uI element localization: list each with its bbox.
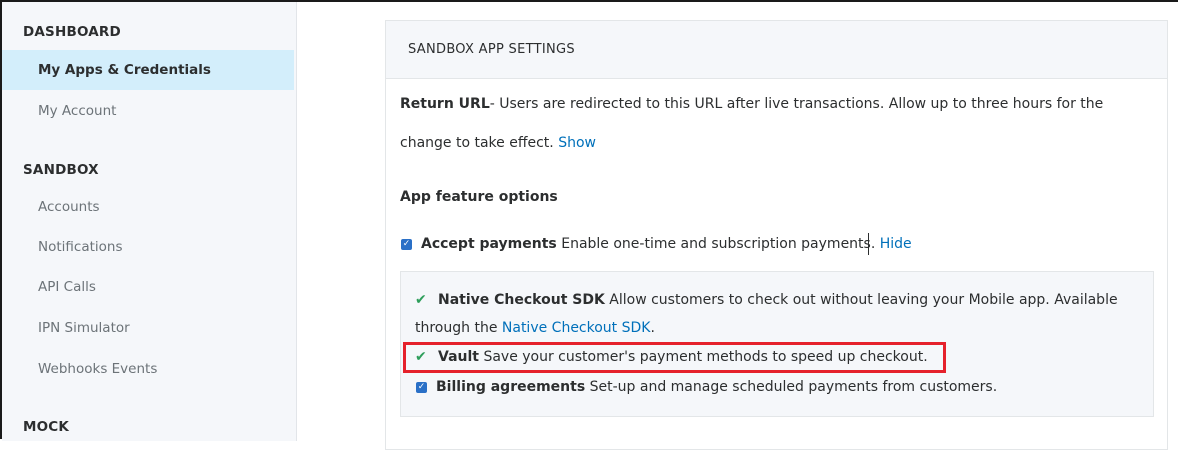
return-url-label: Return URL — [400, 96, 490, 112]
nav-heading-dashboard: DASHBOARD — [23, 24, 121, 40]
billing-agreements-checkbox[interactable]: ✓ — [416, 382, 427, 393]
sidebar-nav: DASHBOARD My Apps & Credentials My Accou… — [2, 2, 297, 441]
sidebar-item-ipn-simulator[interactable]: IPN Simulator — [2, 308, 294, 348]
return-url-text-1: - Users are redirected to this URL after… — [489, 96, 1104, 112]
sidebar-item-accounts[interactable]: Accounts — [2, 187, 294, 227]
return-url-line1: Return URL- Users are redirected to this… — [400, 96, 1103, 112]
sidebar-item-api-calls[interactable]: API Calls — [2, 267, 294, 307]
native-checkout-label: Native Checkout SDK — [438, 292, 605, 308]
nav-heading-mock: MOCK — [23, 419, 70, 435]
hide-link[interactable]: Hide — [880, 236, 912, 252]
panel-title: SANDBOX APP SETTINGS — [386, 21, 1167, 79]
native-checkout-suffix: . — [650, 320, 655, 336]
native-checkout-line1: Native Checkout SDK Allow customers to c… — [438, 292, 1118, 308]
return-url-text-2: change to take effect. — [400, 135, 554, 151]
native-checkout-sdk-link[interactable]: Native Checkout SDK — [502, 320, 651, 336]
native-checkout-desc: Allow customers to check out without lea… — [609, 292, 1118, 308]
sidebar-item-my-account[interactable]: My Account — [2, 91, 294, 131]
sidebar-item-webhooks-events[interactable]: Webhooks Events — [2, 349, 294, 389]
show-link[interactable]: Show — [558, 135, 596, 151]
accept-payments-desc: Enable one-time and subscription payment… — [561, 236, 876, 252]
billing-row: Billing agreements Set-up and manage sch… — [436, 379, 997, 395]
return-url-line2: change to take effect. Show — [400, 135, 596, 151]
text-cursor — [868, 233, 869, 255]
billing-desc: Set-up and manage scheduled payments fro… — [589, 379, 998, 395]
billing-label: Billing agreements — [436, 379, 586, 395]
features-heading: App feature options — [400, 189, 558, 205]
sidebar-item-my-apps[interactable]: My Apps & Credentials — [2, 50, 294, 90]
accept-payments-label: Accept payments — [421, 236, 557, 252]
sidebar-item-notifications[interactable]: Notifications — [2, 227, 294, 267]
native-checkout-prefix: through the — [415, 320, 498, 336]
vault-highlight-box — [403, 342, 946, 373]
native-checkout-line2: through the Native Checkout SDK. — [415, 320, 655, 336]
accept-payments-checkbox[interactable]: ✓ — [401, 239, 412, 250]
nav-heading-sandbox: SANDBOX — [23, 162, 99, 178]
accept-payments-row: Accept payments Enable one-time and subs… — [421, 236, 912, 252]
native-checkout-check-icon: ✔ — [415, 292, 427, 308]
